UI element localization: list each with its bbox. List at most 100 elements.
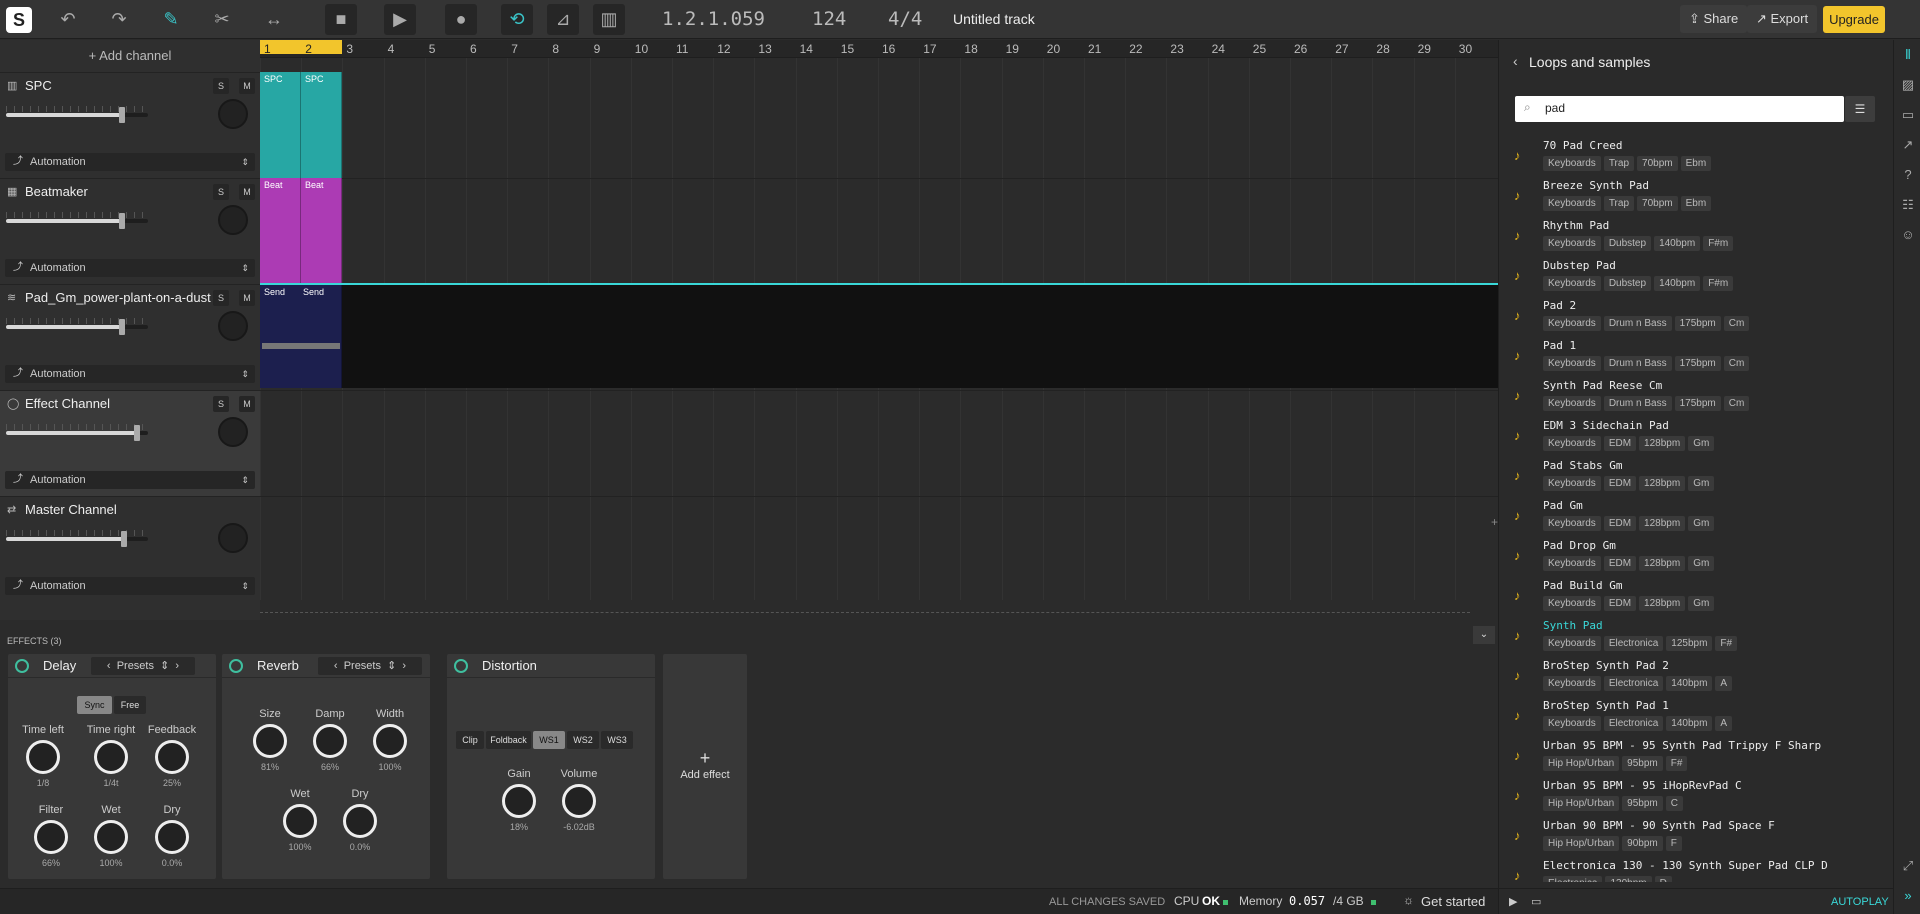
channel-name[interactable]: SPC: [25, 78, 52, 93]
tag[interactable]: A: [1715, 716, 1733, 731]
tag[interactable]: EDM: [1603, 596, 1637, 611]
tag[interactable]: Dubstep: [1603, 276, 1652, 291]
bar-number[interactable]: 10: [635, 42, 648, 56]
tag[interactable]: 125bpm: [1666, 636, 1713, 651]
mode-ws2[interactable]: WS2: [567, 731, 599, 749]
fader-handle[interactable]: [119, 319, 126, 335]
presets-select[interactable]: ‹ Presets ⇕ ›: [318, 657, 422, 675]
width-knob[interactable]: [373, 724, 407, 758]
clip-spc[interactable]: SPC: [260, 72, 301, 178]
play-preview-icon[interactable]: ▶: [1509, 895, 1517, 908]
tag[interactable]: 128bpm: [1639, 556, 1686, 571]
result-item[interactable]: ♪ Electronica 130 - 130 Synth Super Pad C…: [1499, 858, 1893, 882]
tag[interactable]: 70bpm: [1637, 156, 1678, 171]
search-input[interactable]: ⌕ pad: [1515, 96, 1844, 122]
pan-knob[interactable]: [218, 417, 248, 447]
result-item[interactable]: ♪ Synth Pad Keyboards Electronica 125bpm F#: [1499, 618, 1893, 658]
wet-knob[interactable]: [94, 820, 128, 854]
channel-master[interactable]: ⇄ Master Channel ⤴ Automation ⇕: [0, 496, 260, 602]
channel-name[interactable]: Pad_Gm_power-plant-on-a-dust: [25, 290, 211, 305]
tag[interactable]: Keyboards: [1543, 156, 1601, 171]
tag[interactable]: D: [1654, 876, 1672, 882]
bar-number[interactable]: 2: [305, 42, 312, 56]
time-left-knob[interactable]: [26, 740, 60, 774]
volume-knob[interactable]: [562, 784, 596, 818]
tag[interactable]: Ebm: [1680, 156, 1712, 171]
tag[interactable]: Gm: [1688, 436, 1715, 451]
result-item[interactable]: ♪ Pad 2 Keyboards Drum n Bass 175bpm Cm: [1499, 298, 1893, 338]
result-item[interactable]: ♪ Dubstep Pad Keyboards Dubstep 140bpm F#m: [1499, 258, 1893, 298]
power-icon[interactable]: [229, 659, 243, 673]
filter-knob[interactable]: [34, 820, 68, 854]
tag[interactable]: Dubstep: [1603, 236, 1652, 251]
bar-number[interactable]: 6: [470, 42, 477, 56]
channel-pad[interactable]: ≋ Pad_Gm_power-plant-on-a-dust S M ⤴ Auto…: [0, 284, 260, 390]
volume-fader[interactable]: [6, 425, 148, 441]
play-icon[interactable]: ▶: [384, 4, 416, 35]
pencil-icon[interactable]: ✎: [155, 4, 187, 35]
bar-number[interactable]: 5: [429, 42, 436, 56]
tag[interactable]: Electronica: [1543, 876, 1603, 882]
bar-number[interactable]: 12: [717, 42, 730, 56]
folder-icon[interactable]: ▭: [1900, 107, 1916, 123]
waveform-icon[interactable]: ♪: [1514, 348, 1521, 363]
tag[interactable]: Keyboards: [1543, 276, 1601, 291]
result-item[interactable]: ♪ BroStep Synth Pad 1 Keyboards Electronica…: [1499, 698, 1893, 738]
tempo-display[interactable]: 124: [812, 0, 846, 39]
tag[interactable]: 128bpm: [1639, 596, 1686, 611]
add-channel-button[interactable]: + Add channel: [0, 40, 260, 71]
tag[interactable]: Drum n Bass: [1603, 356, 1672, 371]
fader-handle[interactable]: [120, 531, 127, 547]
waveform-icon[interactable]: ♪: [1514, 268, 1521, 283]
tag[interactable]: Keyboards: [1543, 356, 1601, 371]
arrangement-timeline[interactable]: 1 2 3 4 5 6 7 8 9 10 11 12 13 14 15 16 17 18 19 20 21 22 23 24 2…: [260, 40, 1498, 620]
tag[interactable]: F#: [1715, 636, 1738, 651]
get-started-button[interactable]: Get started: [1421, 894, 1485, 909]
automation-lane[interactable]: [260, 284, 1498, 388]
channel-name[interactable]: Beatmaker: [25, 184, 88, 199]
result-item[interactable]: ♪ Pad 1 Keyboards Drum n Bass 175bpm Cm: [1499, 338, 1893, 378]
tag[interactable]: F#m: [1703, 276, 1734, 291]
tag[interactable]: Hip Hop/Urban: [1543, 836, 1620, 851]
waveform-icon[interactable]: ♪: [1514, 148, 1521, 163]
comment-icon[interactable]: ▭: [1531, 895, 1541, 908]
feedback-knob[interactable]: [155, 740, 189, 774]
tag[interactable]: EDM: [1603, 556, 1637, 571]
tag[interactable]: Keyboards: [1543, 396, 1601, 411]
stretch-icon[interactable]: ↔: [258, 4, 290, 35]
pan-knob[interactable]: [218, 205, 248, 235]
metronome-icon[interactable]: ⊿: [547, 4, 579, 35]
result-item[interactable]: ♪ Pad Gm Keyboards EDM 128bpm Gm: [1499, 498, 1893, 538]
dry-knob[interactable]: [343, 804, 377, 838]
result-item[interactable]: ♪ EDM 3 Sidechain Pad Keyboards EDM 128bpm Gm: [1499, 418, 1893, 458]
dry-knob[interactable]: [155, 820, 189, 854]
tag[interactable]: Ebm: [1680, 196, 1712, 211]
tag[interactable]: Hip Hop/Urban: [1543, 796, 1620, 811]
waveform-icon[interactable]: ♪: [1514, 628, 1521, 643]
cut-icon[interactable]: ✂: [206, 4, 238, 35]
fader-handle[interactable]: [119, 107, 126, 123]
tag[interactable]: 70bpm: [1637, 196, 1678, 211]
waveform-icon[interactable]: ♪: [1514, 428, 1521, 443]
tag[interactable]: Keyboards: [1543, 716, 1601, 731]
mode-ws3[interactable]: WS3: [601, 731, 633, 749]
result-item[interactable]: ♪ Pad Build Gm Keyboards EDM 128bpm Gm: [1499, 578, 1893, 618]
pan-knob[interactable]: [218, 311, 248, 341]
bar-number[interactable]: 27: [1335, 42, 1348, 56]
solo-button[interactable]: S: [213, 290, 229, 306]
waveform-icon[interactable]: ♪: [1514, 748, 1521, 763]
tag[interactable]: 140bpm: [1654, 276, 1701, 291]
fader-handle[interactable]: [133, 425, 140, 441]
waveform-icon[interactable]: ♪: [1514, 668, 1521, 683]
gain-knob[interactable]: [502, 784, 536, 818]
bar-number[interactable]: 30: [1459, 42, 1472, 56]
clip-beatmaker[interactable]: Beat: [301, 178, 342, 284]
result-item[interactable]: ♪ BroStep Synth Pad 2 Keyboards Electronica…: [1499, 658, 1893, 698]
waveform-icon[interactable]: ♪: [1514, 548, 1521, 563]
face-icon[interactable]: ☺: [1900, 227, 1916, 243]
expand-icon[interactable]: ⤢: [1900, 858, 1916, 874]
mute-button[interactable]: M: [239, 396, 255, 412]
filter-icon[interactable]: ☰: [1845, 96, 1875, 122]
redo-icon[interactable]: ↷: [103, 4, 135, 35]
free-button[interactable]: Free: [114, 696, 146, 714]
